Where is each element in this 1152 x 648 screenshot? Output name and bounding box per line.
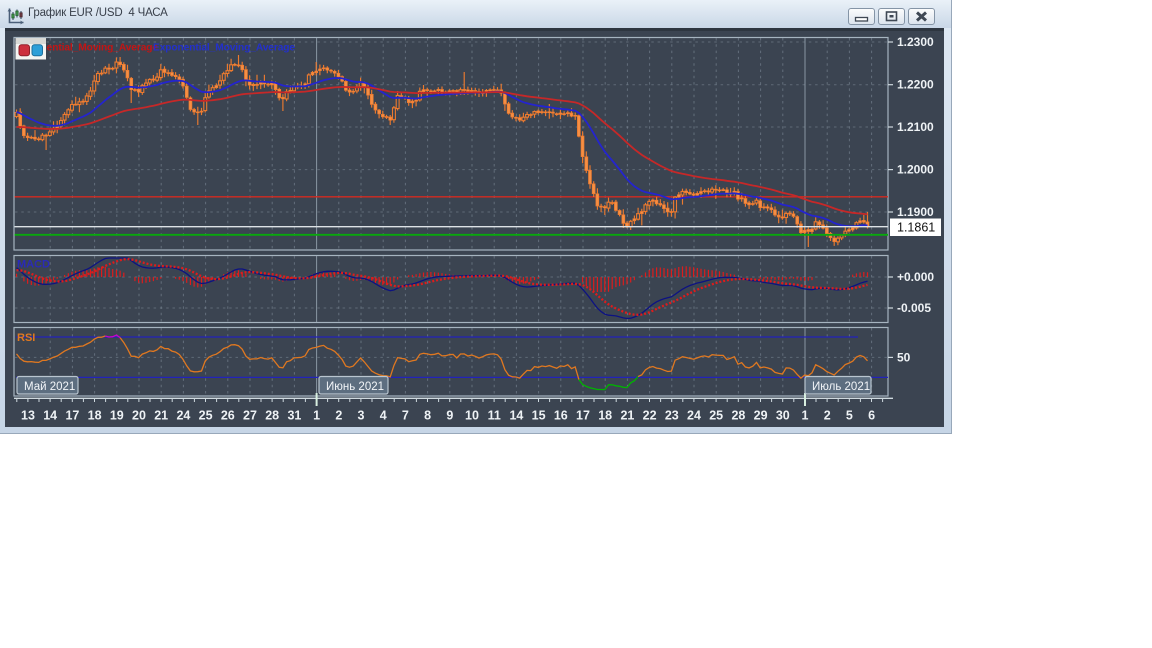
svg-text:23: 23 (665, 409, 679, 423)
svg-text:6: 6 (868, 409, 875, 423)
svg-text:-0.005: -0.005 (897, 301, 931, 315)
svg-text:1.2100: 1.2100 (897, 120, 934, 134)
svg-text:11: 11 (488, 409, 501, 423)
svg-text:30: 30 (776, 409, 790, 423)
svg-text:7: 7 (402, 409, 409, 423)
svg-text:1: 1 (802, 409, 809, 423)
svg-text:29: 29 (754, 409, 768, 423)
svg-text:MACD: MACD (17, 259, 50, 271)
svg-text:5: 5 (846, 409, 853, 423)
svg-text:14: 14 (43, 409, 57, 423)
svg-text:18: 18 (598, 409, 612, 423)
svg-text:1.2000: 1.2000 (897, 163, 934, 177)
svg-text:2: 2 (335, 409, 342, 423)
svg-text:8: 8 (424, 409, 431, 423)
svg-text:28: 28 (731, 409, 745, 423)
svg-text:25: 25 (709, 409, 723, 423)
svg-text:9: 9 (446, 409, 453, 423)
svg-text:19: 19 (110, 409, 124, 423)
svg-text:3: 3 (358, 409, 365, 423)
svg-text:2: 2 (824, 409, 831, 423)
svg-text:24: 24 (687, 409, 701, 423)
svg-text:22: 22 (643, 409, 657, 423)
svg-text:17: 17 (576, 409, 590, 423)
svg-text:4: 4 (380, 409, 387, 423)
svg-text:14: 14 (509, 409, 523, 423)
svg-text:1.2300: 1.2300 (897, 35, 934, 49)
svg-text:21: 21 (154, 409, 168, 423)
svg-text:+0.000: +0.000 (897, 270, 934, 284)
svg-text:18: 18 (88, 409, 102, 423)
svg-text:10: 10 (465, 409, 479, 423)
svg-text:1.1861: 1.1861 (897, 221, 935, 235)
svg-text:17: 17 (65, 409, 79, 423)
svg-text:27: 27 (243, 409, 257, 423)
svg-text:13: 13 (21, 409, 35, 423)
svg-text:15: 15 (532, 409, 546, 423)
svg-text:20: 20 (132, 409, 146, 423)
svg-text:1.2200: 1.2200 (897, 78, 934, 92)
svg-text:Июль 2021: Июль 2021 (812, 381, 870, 393)
svg-text:21: 21 (620, 409, 634, 423)
svg-text:Июнь 2021: Июнь 2021 (326, 381, 384, 393)
svg-text:26: 26 (221, 409, 235, 423)
svg-text:28: 28 (265, 409, 279, 423)
svg-text:25: 25 (199, 409, 213, 423)
svg-text:1: 1 (313, 409, 320, 423)
svg-text:RSI: RSI (17, 332, 35, 344)
svg-text:Май 2021: Май 2021 (24, 381, 75, 393)
svg-text:1.1900: 1.1900 (897, 205, 934, 219)
svg-text:31: 31 (287, 409, 301, 423)
svg-text:Exponential_Moving_Average: Exponential_Moving_Average (153, 43, 295, 54)
svg-text:24: 24 (176, 409, 190, 423)
svg-text:16: 16 (554, 409, 568, 423)
svg-text:50: 50 (897, 350, 911, 364)
